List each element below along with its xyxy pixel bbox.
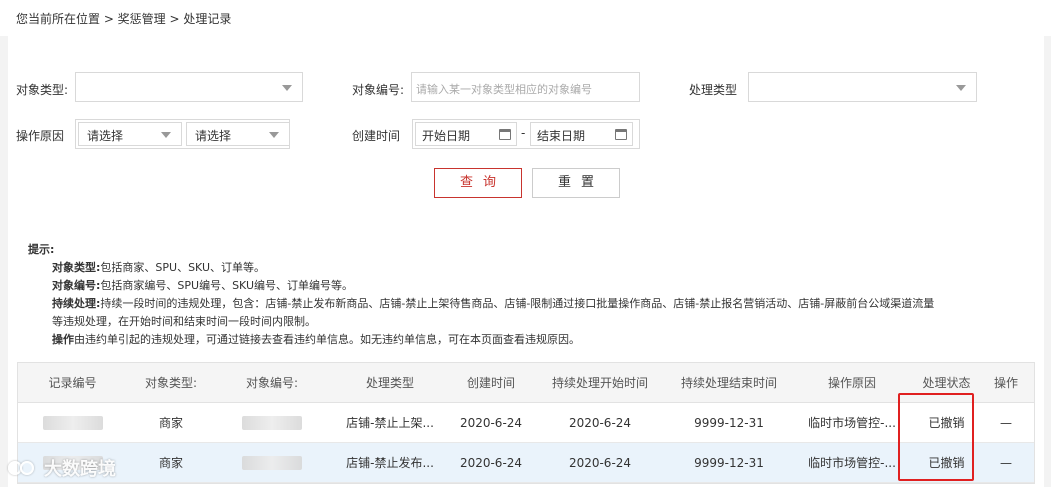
- object-type-select[interactable]: [75, 72, 303, 102]
- tip-line: 持续处理:持续一段时间的违规处理，包含：店铺-禁止发布新商品、店铺-禁止上架待售…: [28, 295, 1028, 313]
- handle-type-cell: 店铺-禁止上架...: [346, 416, 434, 430]
- table-row: 商家 店铺-禁止发布... 2020-6-24 2020-6-24 9999-1…: [18, 443, 1034, 483]
- chevron-down-icon: [282, 85, 292, 91]
- created-time-cell: 2020-6-24: [459, 415, 523, 430]
- reason-label: 操作原因: [16, 129, 65, 143]
- chevron-down-icon: [956, 85, 966, 91]
- handle-type-cell: 店铺-禁止发布...: [346, 456, 434, 470]
- tip-key: 持续处理:: [52, 297, 101, 310]
- column-header: 对象编号:: [245, 376, 299, 390]
- object-code-cell: [215, 443, 329, 482]
- records-table: 记录编号 对象类型: 对象编号: 处理类型 创建时间 持续处理开始时间 持续处理…: [17, 362, 1035, 484]
- watermark-text: 大数跨境: [44, 459, 116, 480]
- redacted-object-code: [242, 415, 302, 430]
- column-header: 持续处理开始时间: [551, 376, 648, 390]
- column-header: 对象类型:: [144, 376, 198, 390]
- record-id-cell: [18, 403, 127, 442]
- tip-text: 持续一段时间的违规处理，包含：店铺-禁止发布新商品、店铺-禁止上架待售商品、店铺…: [100, 297, 935, 310]
- start-date-text: 开始日期: [422, 129, 471, 143]
- breadcrumb: 您当前所在位置 > 奖惩管理 > 处理记录: [0, 0, 1051, 36]
- start-time-cell: 2020-6-24: [568, 415, 632, 430]
- tips-section: 提示: 对象类型:包括商家、SPU、SKU、订单等。 对象编号:包括商家编号、S…: [28, 241, 1028, 349]
- object-code-cell: [215, 403, 329, 442]
- watermark: 大数跨境: [8, 455, 116, 481]
- tip-line: 对象类型:包括商家、SPU、SKU、订单等。: [28, 259, 1028, 277]
- tip-text: 由违约单引起的违规处理，可通过链接去查看违约单信息。如无违约单信息，可在本页面查…: [74, 333, 580, 346]
- reason-select-secondary-value: 请选择: [195, 129, 232, 143]
- brand-logo-icon: [8, 457, 38, 479]
- start-date-input[interactable]: 开始日期: [415, 122, 517, 146]
- table-row: 商家 店铺-禁止上架... 2020-6-24 2020-6-24 9999-1…: [18, 403, 1034, 443]
- column-header: 持续处理结束时间: [680, 376, 777, 390]
- column-header: 记录编号: [48, 376, 97, 390]
- created-time-cell: 2020-6-24: [459, 455, 523, 470]
- reason-select-secondary[interactable]: 请选择: [186, 122, 290, 146]
- end-date-text: 结束日期: [537, 129, 586, 143]
- column-header: 操作原因: [827, 376, 876, 390]
- tip-key: 对象类型:: [52, 261, 101, 274]
- end-time-cell: 9999-12-31: [694, 415, 764, 430]
- reason-select-group: 请选择 请选择: [75, 119, 290, 149]
- tips-title: 提示:: [28, 243, 55, 256]
- status-highlight-box: [898, 393, 974, 481]
- reason-cell: 临时市场管控-...: [808, 456, 896, 470]
- date-separator: -: [521, 126, 526, 140]
- tip-text: 包括商家、SPU、SKU、订单等。: [100, 261, 266, 274]
- redacted-object-code: [242, 455, 302, 470]
- reason-select-primary[interactable]: 请选择: [78, 122, 182, 146]
- column-header: 处理类型: [365, 376, 414, 390]
- main-panel: 对象类型: 对象编号: 请输入某一对象类型相应的对象编号 处理类型 操作原因 请…: [8, 36, 1044, 487]
- redacted-record-id: [42, 415, 103, 430]
- chevron-down-icon: [269, 132, 279, 138]
- calendar-icon[interactable]: [499, 129, 511, 140]
- reset-button[interactable]: 重置: [532, 168, 620, 198]
- chevron-down-icon: [161, 132, 171, 138]
- tip-text: 等违规处理，在开始时间和结束时间一段时间内限制。: [52, 315, 316, 328]
- table-header: 记录编号 对象类型: 对象编号: 处理类型 创建时间 持续处理开始时间 持续处理…: [18, 363, 1034, 403]
- handle-type-label: 处理类型: [689, 83, 738, 97]
- tip-text: 包括商家编号、SPU编号、SKU编号、订单编号等。: [100, 279, 354, 292]
- end-date-input[interactable]: 结束日期: [530, 122, 633, 146]
- object-code-input[interactable]: 请输入某一对象类型相应的对象编号: [411, 72, 640, 102]
- start-time-cell: 2020-6-24: [568, 455, 632, 470]
- object-type-cell: 商家: [158, 416, 183, 430]
- tip-key: 操作: [52, 333, 74, 346]
- object-code-label: 对象编号:: [352, 83, 405, 97]
- action-cell: —: [1000, 415, 1012, 430]
- handle-type-select[interactable]: [748, 72, 977, 102]
- object-code-placeholder: 请输入某一对象类型相应的对象编号: [416, 83, 592, 96]
- tip-key: 对象编号:: [52, 279, 101, 292]
- tip-line: 操作由违约单引起的违规处理，可通过链接去查看违约单信息。如无违约单信息，可在本页…: [28, 331, 1028, 349]
- reason-cell: 临时市场管控-...: [808, 416, 896, 430]
- query-button[interactable]: 查询: [434, 168, 522, 198]
- action-cell: —: [1000, 455, 1012, 470]
- tip-line: 对象编号:包括商家编号、SPU编号、SKU编号、订单编号等。: [28, 277, 1028, 295]
- end-time-cell: 9999-12-31: [694, 455, 764, 470]
- created-time-label: 创建时间: [352, 129, 401, 143]
- date-range: 开始日期 - 结束日期: [412, 119, 640, 149]
- column-header: 创建时间: [466, 376, 515, 390]
- column-header: 操作: [993, 376, 1018, 390]
- object-type-label: 对象类型:: [16, 83, 69, 97]
- tip-line-continued: 等违规处理，在开始时间和结束时间一段时间内限制。: [28, 313, 1028, 331]
- reason-select-primary-value: 请选择: [87, 129, 124, 143]
- object-type-cell: 商家: [158, 456, 183, 470]
- calendar-icon[interactable]: [615, 129, 627, 140]
